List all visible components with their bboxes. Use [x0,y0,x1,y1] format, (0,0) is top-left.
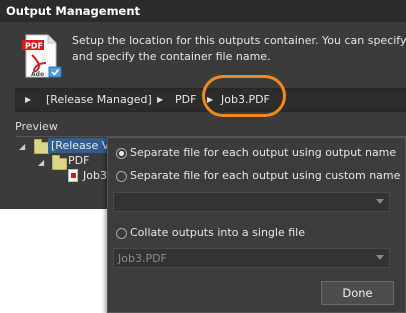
breadcrumb-item-release-managed[interactable]: [Release Managed] [46,93,152,106]
description-line-1: Setup the location for this outputs cont… [72,34,406,47]
radio-output-name[interactable] [116,148,127,159]
pdf-icon-sublabel: Ado [31,71,44,78]
output-options-popup: Separate file for each output using outp… [107,137,406,313]
triangle-right-icon[interactable]: ▶ [25,95,31,104]
breadcrumb-item-pdf[interactable]: PDF [175,93,196,106]
radio-collate-label[interactable]: Collate outputs into a single file [130,226,305,239]
radio-output-name-label[interactable]: Separate file for each output using outp… [130,146,396,159]
tree-expand-icon[interactable]: ◢ [19,142,25,151]
highlight-ring [202,75,286,117]
radio-custom-name[interactable] [116,171,127,182]
tree-item-job3[interactable]: Job3 [83,169,107,182]
pdf-document-icon: PDF Ado [20,33,64,79]
radio-collate[interactable] [116,228,127,239]
dialog-description: Setup the location for this outputs cont… [72,33,406,65]
dialog-title: Output Management [0,0,406,22]
custom-name-combo[interactable] [113,192,390,212]
chevron-down-icon [376,255,384,260]
tree-item-root[interactable]: [Release Va [51,139,115,152]
done-button[interactable]: Done [321,281,394,305]
tree-expand-icon[interactable]: ◢ [38,158,44,167]
chevron-down-icon [376,199,384,204]
single-file-value: Job3.PDF [118,252,167,265]
description-line-2: and specify the container file name. [72,50,271,63]
folder-icon [34,139,49,154]
folder-icon [52,155,67,170]
radio-custom-name-label[interactable]: Separate file for each output using cust… [130,169,400,182]
tree-item-pdf[interactable]: PDF [68,154,89,167]
pdf-file-icon [68,169,78,182]
pdf-icon-label: PDF [25,42,43,51]
preview-label: Preview [15,120,58,133]
single-file-combo[interactable]: Job3.PDF [113,248,390,268]
triangle-right-icon[interactable]: ▶ [157,95,163,104]
